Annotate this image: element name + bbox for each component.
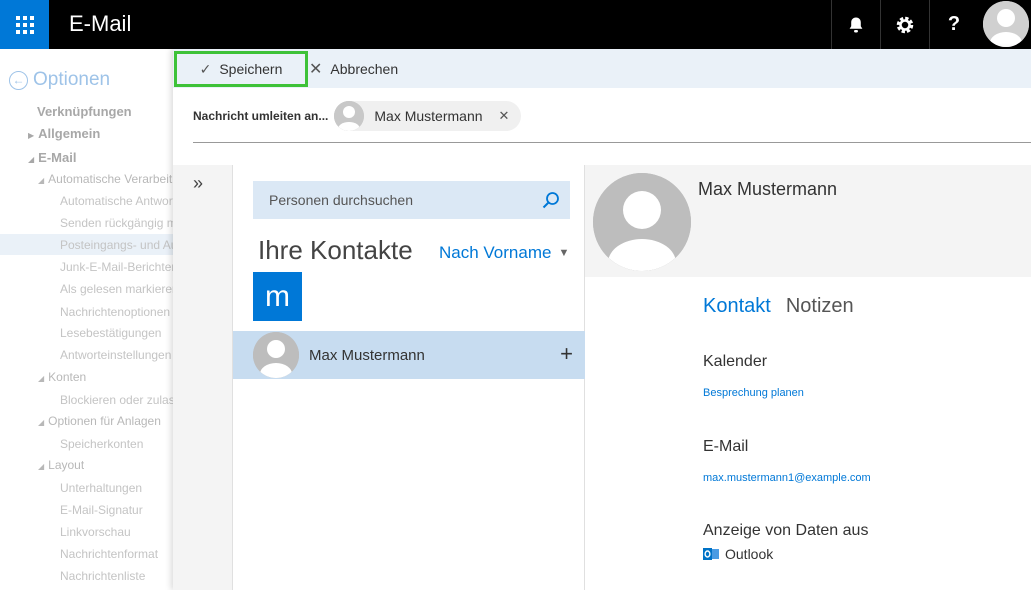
- nav-item-auto-processing[interactable]: ◢Automatische Verarbeitung: [38, 172, 175, 186]
- nav-item-storage-accounts[interactable]: Speicherkonten: [60, 437, 175, 451]
- nav-item-auto-replies[interactable]: Automatische Antworten: [60, 194, 175, 208]
- options-pane: ← Optionen Verknüpfungen ▶ Allgemein ◢ E-M…: [0, 49, 175, 590]
- options-back-button[interactable]: ← Optionen: [9, 69, 110, 91]
- nav-item-accounts[interactable]: ◢ Konten: [38, 370, 86, 384]
- data-source-heading: Anzeige von Daten aus: [703, 522, 869, 539]
- remove-recipient-icon[interactable]: ✕: [499, 108, 510, 124]
- help-icon[interactable]: ?: [929, 0, 978, 49]
- caret-right-icon: ▶: [28, 131, 35, 140]
- nav-item-block-allow[interactable]: Blockieren oder zulassen: [60, 393, 175, 407]
- nav-item-conversations[interactable]: Unterhaltungen: [60, 481, 175, 495]
- letter-index-tile[interactable]: m: [253, 272, 302, 321]
- chevron-down-icon: ▼: [558, 247, 570, 259]
- nav-item-mark-read[interactable]: Als gelesen markieren: [60, 282, 175, 296]
- options-title: Optionen: [33, 69, 111, 90]
- detail-header: Max Mustermann: [585, 165, 1031, 277]
- search-icon[interactable]: [542, 191, 560, 209]
- caret-down-icon: ◢: [38, 462, 45, 471]
- caret-down-icon: ◢: [38, 176, 45, 185]
- waffle-icon[interactable]: [0, 0, 49, 49]
- outlook-icon: [703, 548, 719, 560]
- nav-item-message-options[interactable]: Nachrichtenoptionen: [60, 305, 175, 319]
- nav-item-junk-reporting[interactable]: Junk-E-Mail-Berichterstattung: [60, 260, 175, 274]
- recipient-avatar: [334, 101, 365, 131]
- data-source-row: Outlook: [703, 546, 773, 562]
- redirect-contact-panel: ✓ Speichern ✕ Abbrechen Nachricht umleit…: [173, 49, 1031, 590]
- email-heading: E-Mail: [703, 438, 749, 455]
- nav-item-undo-send[interactable]: Senden rückgängig machen: [60, 216, 175, 230]
- recipient-name: Max Mustermann: [374, 108, 483, 124]
- close-icon: ✕: [309, 61, 323, 78]
- contact-list-pane: Personen durchsuchen Ihre Kontakte Nach …: [233, 165, 585, 590]
- recipient-chip[interactable]: Max Mustermann ✕: [334, 101, 522, 131]
- caret-down-icon: ◢: [28, 155, 35, 164]
- schedule-meeting-link[interactable]: Besprechung planen: [703, 387, 804, 399]
- caret-down-icon: ◢: [38, 418, 45, 427]
- email-address-link[interactable]: max.mustermann1@example.com: [703, 472, 871, 484]
- nav-item-mail[interactable]: ◢ E-Mail: [28, 150, 76, 165]
- expand-chevron-icon[interactable]: »: [193, 173, 203, 194]
- redirect-label: Nachricht umleiten an...: [193, 109, 329, 123]
- contact-detail-pane: Max Mustermann Kontakt Notizen Kalender …: [585, 165, 1031, 590]
- redirect-underline: [193, 142, 1031, 143]
- add-icon[interactable]: +: [560, 341, 573, 367]
- contact-avatar: [253, 332, 299, 378]
- nav-item-email-signature[interactable]: E-Mail-Signatur: [60, 503, 175, 517]
- bell-icon[interactable]: [831, 0, 880, 49]
- people-search-input[interactable]: Personen durchsuchen: [253, 181, 570, 219]
- contact-list-item[interactable]: Max Mustermann +: [233, 331, 585, 379]
- tab-notes[interactable]: Notizen: [786, 295, 854, 318]
- checkmark-icon: ✓: [199, 60, 212, 77]
- nav-item-shortcuts[interactable]: Verknüpfungen: [37, 104, 132, 119]
- nav-item-layout[interactable]: ◢ Layout: [38, 458, 84, 472]
- nav-item-reply-settings[interactable]: Antworteinstellungen: [60, 348, 175, 362]
- sort-dropdown[interactable]: Nach Vorname ▼: [439, 243, 569, 263]
- back-arrow-icon: ←: [9, 70, 28, 90]
- command-bar: ✓ Speichern ✕ Abbrechen: [173, 49, 1031, 88]
- tab-contact[interactable]: Kontakt: [703, 295, 771, 318]
- search-placeholder: Personen durchsuchen: [269, 192, 413, 208]
- nav-item-message-list[interactable]: Nachrichtenliste: [60, 569, 175, 583]
- user-avatar[interactable]: [983, 1, 1029, 47]
- app-title: E-Mail: [69, 11, 132, 36]
- detail-avatar: [593, 173, 691, 271]
- nav-item-inbox-rules[interactable]: Posteingangs- und Aufräumregeln: [60, 238, 175, 252]
- calendar-heading: Kalender: [703, 353, 768, 370]
- caret-down-icon: ◢: [38, 374, 45, 383]
- contacts-title: Ihre Kontakte: [258, 235, 413, 265]
- detail-name: Max Mustermann: [698, 179, 838, 199]
- redirect-to-row: Nachricht umleiten an... Max Mustermann …: [193, 101, 522, 131]
- contact-name: Max Mustermann: [309, 346, 425, 364]
- picker-collapse-column: »: [173, 165, 233, 590]
- nav-item-general[interactable]: ▶ Allgemein: [28, 126, 100, 141]
- nav-item-attachment-options[interactable]: ◢ Optionen für Anlagen: [38, 414, 175, 428]
- cancel-button[interactable]: ✕ Abbrechen: [309, 59, 398, 79]
- nav-item-link-preview[interactable]: Linkvorschau: [60, 525, 175, 539]
- nav-item-message-format[interactable]: Nachrichtenformat: [60, 547, 175, 561]
- nav-item-read-receipts[interactable]: Lesebestätigungen: [60, 326, 175, 340]
- save-button[interactable]: ✓ Speichern: [174, 51, 308, 87]
- top-bar: E-Mail ?: [0, 0, 1031, 49]
- data-source-name: Outlook: [725, 546, 774, 562]
- gear-icon[interactable]: [880, 0, 929, 49]
- detail-tabs: Kontakt Notizen: [703, 295, 854, 318]
